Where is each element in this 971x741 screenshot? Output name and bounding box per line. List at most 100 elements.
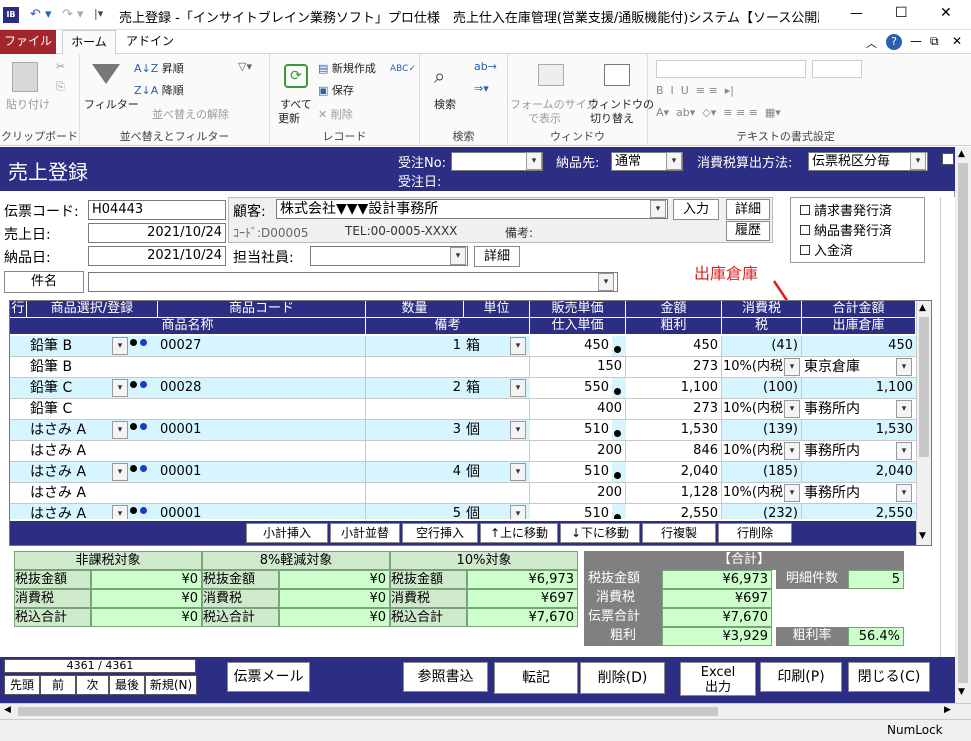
nav-first-button[interactable]: 先頭 xyxy=(4,675,40,695)
history-button[interactable]: 履歴 xyxy=(726,221,770,241)
product-dots-icon[interactable] xyxy=(130,465,147,474)
tab-addin[interactable]: アドイン xyxy=(122,30,178,54)
window-min-icon[interactable]: — xyxy=(910,34,922,48)
taxtype-dropdown[interactable]: ▾ xyxy=(784,358,800,376)
qty-cell[interactable]: 2 xyxy=(366,378,464,398)
invoice-issued-check[interactable]: 請求書発行済 xyxy=(800,200,892,219)
minimize-button[interactable]: — xyxy=(850,6,863,21)
format-buttons-row2[interactable]: A▾ ab▾ ◇▾ ≡ ≡ ≡ ▦▾ xyxy=(656,106,781,119)
taxtype-dropdown[interactable]: ▾ xyxy=(784,484,800,502)
product-name-cell[interactable]: はさみ A xyxy=(30,441,366,461)
qty-cell[interactable]: 4 xyxy=(366,462,464,482)
nav-new-button[interactable]: 新規(N) xyxy=(145,675,197,695)
copy-icon[interactable]: ⎘ xyxy=(56,80,65,94)
close-button[interactable]: ✕ xyxy=(940,5,952,21)
grid-action-button[interactable]: 行削除 xyxy=(718,523,792,543)
slip-code-field[interactable]: H04443 xyxy=(88,200,226,220)
warehouse-dropdown[interactable]: ▾ xyxy=(896,400,912,418)
product-select-dropdown[interactable]: ▾ xyxy=(112,337,128,355)
product-select-dropdown[interactable]: ▾ xyxy=(112,463,128,481)
redo-icon[interactable]: ↷ ▾ xyxy=(62,7,84,22)
warehouse-cell[interactable]: 事務所内 xyxy=(804,483,896,503)
row-select-cell[interactable]: はさみ A xyxy=(30,462,114,482)
product-code-cell[interactable]: 00001 xyxy=(158,462,366,482)
collapse-ribbon-icon[interactable]: ︿ xyxy=(866,35,877,51)
form-hscrollbar[interactable]: ◀ ▶ xyxy=(0,703,971,719)
price-dot-icon[interactable] xyxy=(614,468,621,482)
unit-cell[interactable]: 個 xyxy=(466,420,514,440)
window-restore-icon[interactable]: ⧉ xyxy=(930,34,939,49)
price-cell[interactable]: 510 xyxy=(530,420,612,440)
form-scroll-thumb[interactable] xyxy=(958,163,968,683)
product-name-cell[interactable]: 鉛筆 C xyxy=(30,399,366,419)
product-dots-icon[interactable] xyxy=(130,339,147,348)
price-dot-icon[interactable] xyxy=(614,510,621,519)
product-select-dropdown[interactable]: ▾ xyxy=(112,505,128,519)
cost-cell[interactable]: 150 xyxy=(530,357,626,377)
taxtype-cell[interactable]: 10%(内税 xyxy=(723,441,785,461)
product-code-cell[interactable]: 00001 xyxy=(158,504,366,519)
subject-button[interactable]: 件名 xyxy=(4,271,84,293)
filter-button[interactable]: フィルター xyxy=(84,96,139,112)
unit-cell[interactable]: 箱 xyxy=(466,336,514,356)
warehouse-dropdown[interactable]: ▾ xyxy=(896,484,912,502)
product-name-cell[interactable]: 鉛筆 B xyxy=(30,357,366,377)
unit-dropdown[interactable]: ▾ xyxy=(510,337,526,355)
window-close-icon[interactable]: ✕ xyxy=(952,34,962,48)
product-dots-icon[interactable] xyxy=(130,381,147,390)
warehouse-cell[interactable]: 事務所内 xyxy=(804,399,896,419)
price-cell[interactable]: 550 xyxy=(530,378,612,398)
delete-button[interactable]: ✕ 削除 xyxy=(318,106,353,122)
grid-action-button[interactable]: 行複製 xyxy=(642,523,716,543)
fit-form-button-2[interactable]: で表示 xyxy=(528,110,561,126)
grid-action-button[interactable]: ↓下に移動 xyxy=(560,523,640,543)
unit-cell[interactable]: 箱 xyxy=(466,378,514,398)
sort-asc-button[interactable]: A↓Z 昇順 xyxy=(134,60,184,76)
save-button[interactable]: ▣ 保存 xyxy=(318,82,354,98)
row-select-cell[interactable]: はさみ A xyxy=(30,504,114,519)
product-code-cell[interactable]: 00028 xyxy=(158,378,366,398)
nav-last-button[interactable]: 最後 xyxy=(109,675,145,695)
help-icon[interactable]: ? xyxy=(886,34,902,50)
cost-cell[interactable]: 200 xyxy=(530,441,626,461)
customer-field[interactable]: 株式会社▼▼▼設計事務所 xyxy=(276,199,668,219)
unit-dropdown[interactable]: ▾ xyxy=(510,421,526,439)
tab-file[interactable]: ファイル xyxy=(0,30,56,54)
font-name-combo[interactable] xyxy=(656,60,806,78)
input-button[interactable]: 入力 xyxy=(673,199,719,220)
spelling-icon[interactable]: ABC✓ xyxy=(390,64,416,74)
price-dot-icon[interactable] xyxy=(614,342,621,356)
form-scroll-right-icon[interactable]: ▶ xyxy=(944,705,951,715)
switch-window-button-2[interactable]: 切り替え xyxy=(590,110,634,126)
form-hscroll-thumb[interactable] xyxy=(18,707,718,716)
grid-action-button[interactable]: 空行挿入 xyxy=(402,523,478,543)
form-scroll-left-icon[interactable]: ◀ xyxy=(4,705,11,715)
customer-dropdown[interactable]: ▾ xyxy=(650,200,666,218)
unit-dropdown[interactable]: ▾ xyxy=(510,379,526,397)
header-checkbox[interactable] xyxy=(942,153,954,165)
transfer-button[interactable]: 転記 xyxy=(494,662,578,694)
grid-action-button[interactable]: ↑上に移動 xyxy=(480,523,558,543)
grid-scroll-thumb[interactable] xyxy=(919,317,929,457)
clear-sort-button[interactable]: 並べ替えの解除 xyxy=(152,106,229,122)
staff-detail-button[interactable]: 詳細 xyxy=(474,246,520,267)
price-cell[interactable]: 510 xyxy=(530,462,612,482)
sort-desc-button[interactable]: Z↓A 降順 xyxy=(134,82,184,98)
refresh-button-2[interactable]: 更新 xyxy=(278,110,300,126)
grid-scroll-up-icon[interactable]: ▲ xyxy=(919,303,926,313)
customer-detail-button[interactable]: 詳細 xyxy=(726,199,770,220)
price-dot-icon[interactable] xyxy=(614,384,621,398)
reference-write-button[interactable]: 参照書込 xyxy=(403,662,488,692)
product-code-cell[interactable]: 00027 xyxy=(158,336,366,356)
row-select-cell[interactable]: 鉛筆 C xyxy=(30,378,114,398)
quick-access-icon[interactable]: |▾ xyxy=(94,7,103,20)
note-cell[interactable] xyxy=(366,441,530,461)
grid-scrollbar[interactable]: ▲ ▼ xyxy=(916,301,931,545)
cut-icon[interactable]: ✂ xyxy=(56,60,65,73)
order-no-dropdown[interactable]: ▾ xyxy=(526,152,542,170)
warehouse-dropdown[interactable]: ▾ xyxy=(896,442,912,460)
unit-dropdown[interactable]: ▾ xyxy=(510,505,526,519)
font-size-combo[interactable] xyxy=(812,60,862,78)
delivery-date-field[interactable]: 2021/10/24 xyxy=(88,246,226,266)
cost-cell[interactable]: 200 xyxy=(530,483,626,503)
